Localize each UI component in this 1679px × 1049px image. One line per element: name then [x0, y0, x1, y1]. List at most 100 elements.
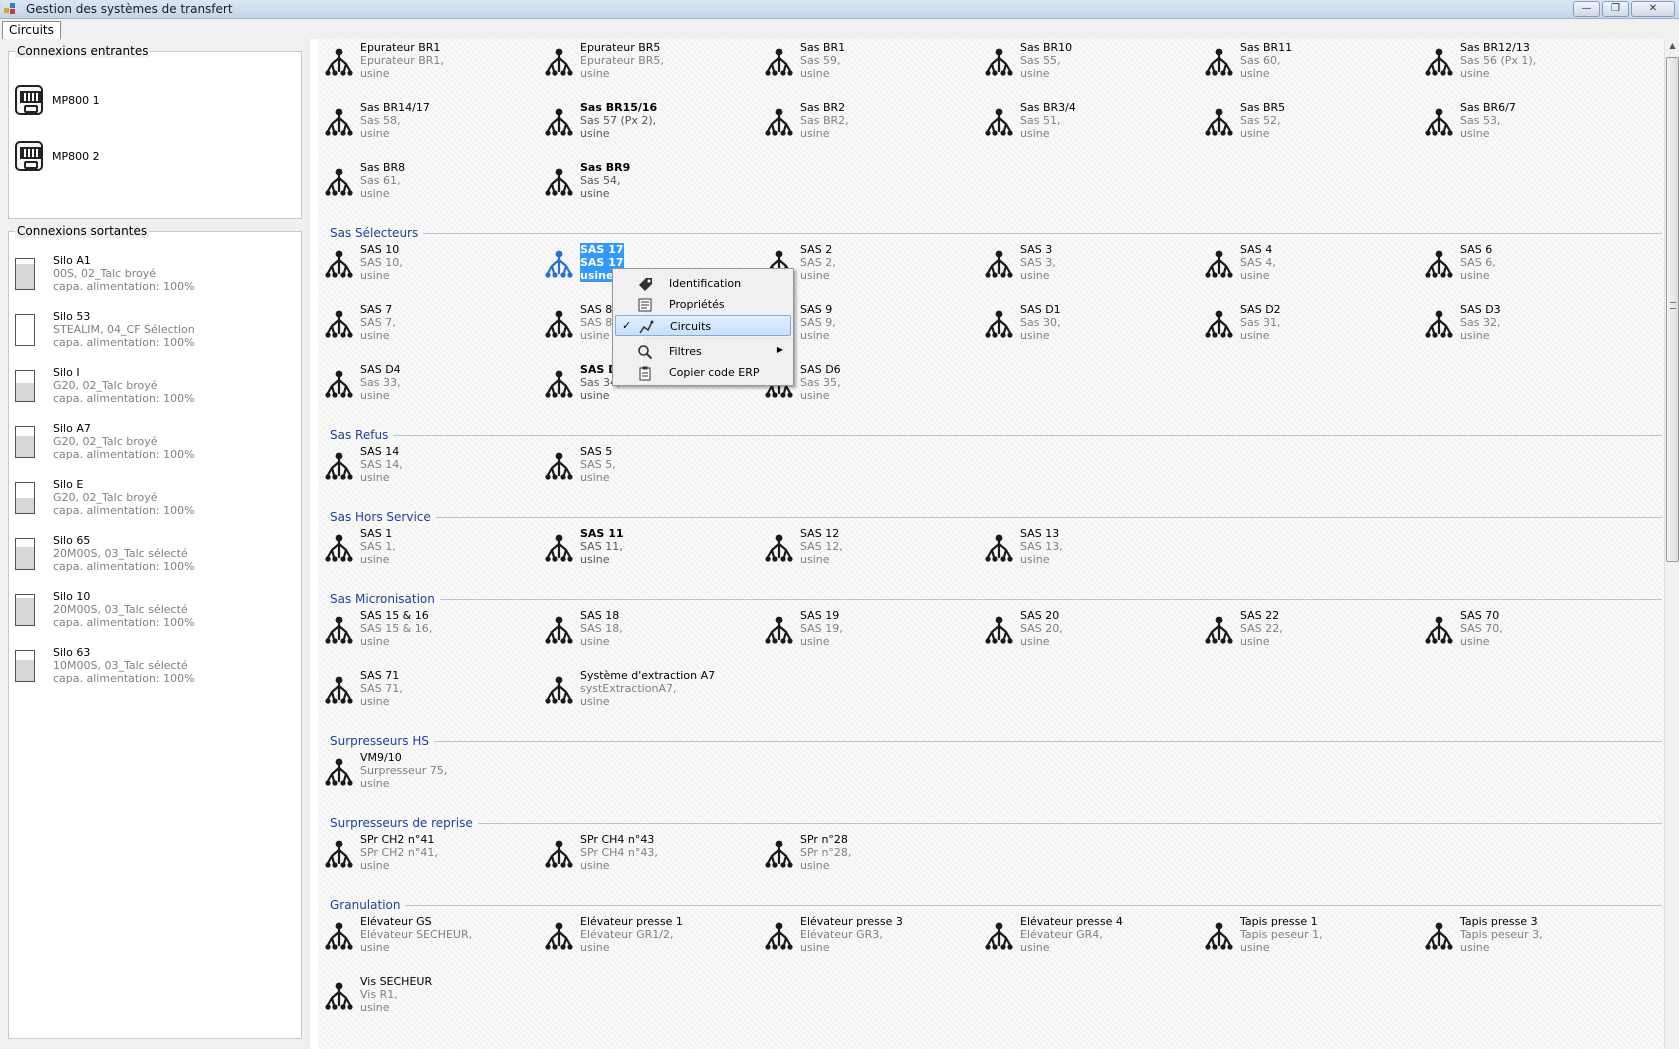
circuit-node-item[interactable]: SPr CH2 n°41 SPr CH2 n°41, usine: [320, 833, 520, 873]
circuit-node-icon: [985, 48, 1013, 76]
node-plant: usine: [1460, 941, 1490, 954]
context-menu-item-copier-code-erp[interactable]: Copier code ERP: [615, 362, 791, 383]
circuit-node-text: SAS 1 SAS 1, usine: [360, 527, 396, 566]
circuit-node-icon: [545, 922, 573, 950]
circuit-node-item[interactable]: Elévateur presse 4 Elévateur GR4, usine: [980, 915, 1180, 955]
circuit-node-item[interactable]: Vis SECHEUR Vis R1, usine: [320, 975, 520, 1015]
controller-icon: [15, 85, 43, 115]
circuit-node-item[interactable]: Tapis presse 3 Tapis peseur 3, usine: [1420, 915, 1620, 955]
circuit-node-item[interactable]: VM9/10 Surpresseur 75, usine: [320, 751, 520, 791]
circuit-node-item[interactable]: SAS 20 SAS 20, usine: [980, 609, 1180, 649]
minimize-button[interactable]: —: [1573, 1, 1600, 17]
circuit-node-item[interactable]: SAS 14 SAS 14, usine: [320, 445, 520, 485]
circuit-node-item[interactable]: SAS 18 SAS 18, usine: [540, 609, 740, 649]
section-header: Sas Refus: [330, 428, 1662, 442]
node-plant: usine: [580, 635, 610, 648]
circuit-node-item[interactable]: SAS 15 & 16 SAS 15 & 16, usine: [320, 609, 520, 649]
silo-level-icon: [15, 370, 35, 402]
circuit-node-item[interactable]: SAS 22 SAS 22, usine: [1200, 609, 1400, 649]
circuit-node-item[interactable]: SAS 13 SAS 13, usine: [980, 527, 1180, 567]
circuit-node-icon: [545, 534, 573, 562]
incoming-connection-item[interactable]: MP800 2: [15, 136, 100, 176]
circuit-node-item[interactable]: SAS D4 Sas 33, usine: [320, 363, 520, 403]
node-name: SAS 6: [1460, 243, 1493, 256]
circuit-node-item[interactable]: Sas BR14/17 Sas 58, usine: [320, 101, 520, 141]
node-plant: usine: [1460, 67, 1490, 80]
silo-capacity: capa. alimentation: 100%: [53, 280, 195, 293]
circuit-node-item[interactable]: Sas BR5 Sas 52, usine: [1200, 101, 1400, 141]
circuit-node-item[interactable]: Sas BR6/7 Sas 53, usine: [1420, 101, 1620, 141]
circuit-node-text: SAS 4 SAS 4, usine: [1240, 243, 1276, 282]
circuit-node-item[interactable]: SPr n°28 SPr n°28, usine: [760, 833, 960, 873]
circuit-node-item[interactable]: Sas BR1 Sas 59, usine: [760, 41, 960, 81]
context-menu-item-circuits[interactable]: ✓ Circuits: [615, 315, 791, 336]
circuit-node-item[interactable]: Elévateur GS Elévateur SECHEUR, usine: [320, 915, 520, 955]
context-menu-item-identification[interactable]: Identification: [615, 273, 791, 294]
circuit-node-item[interactable]: Epurateur BR5 Epurateur BR5, usine: [540, 41, 740, 81]
circuit-node-item[interactable]: Système d'extraction A7 systExtractionA7,…: [540, 669, 740, 709]
node-plant: usine: [800, 389, 830, 402]
vertical-scrollbar[interactable]: ▲: [1664, 39, 1679, 1049]
circuit-node-item[interactable]: Sas BR3/4 Sas 51, usine: [980, 101, 1180, 141]
circuit-node-item[interactable]: SAS 5 SAS 5, usine: [540, 445, 740, 485]
circuit-node-text: Elévateur presse 4 Elévateur GR4, usine: [1020, 915, 1123, 954]
circuit-node-item[interactable]: SPr CH4 n°43 SPr CH4 n°43, usine: [540, 833, 740, 873]
node-system: SAS 11,: [580, 540, 623, 553]
circuit-node-item[interactable]: SAS 3 SAS 3, usine: [980, 243, 1180, 283]
circuit-node-item[interactable]: SAS 1 SAS 1, usine: [320, 527, 520, 567]
scrollbar-thumb[interactable]: [1666, 57, 1679, 562]
node-system: Tapis peseur 3,: [1460, 928, 1543, 941]
circuit-node-item[interactable]: Sas BR9 Sas 54, usine: [540, 161, 740, 201]
silo-capacity: capa. alimentation: 100%: [53, 448, 195, 461]
context-menu-label: Copier code ERP: [669, 366, 760, 379]
circuits-canvas[interactable]: Epurateur BR1 Epurateur BR1, usine Epurateu…: [318, 39, 1664, 1049]
circuit-node-item[interactable]: Sas BR10 Sas 55, usine: [980, 41, 1180, 81]
incoming-connection-item[interactable]: MP800 1: [15, 80, 100, 120]
circuit-node-item[interactable]: SAS 19 SAS 19, usine: [760, 609, 960, 649]
node-plant: usine: [580, 329, 610, 342]
scroll-up-icon[interactable]: ▲: [1668, 41, 1677, 50]
node-plant: usine: [360, 777, 390, 790]
circuit-node-item[interactable]: Sas BR11 Sas 60, usine: [1200, 41, 1400, 81]
circuit-node-text: Sas BR9 Sas 54, usine: [580, 161, 630, 200]
circuit-node-item[interactable]: Sas BR15/16 Sas 57 (Px 2), usine: [540, 101, 740, 141]
context-menu-item-propri-t-s[interactable]: Propriétés: [615, 294, 791, 315]
circuit-node-icon: [545, 370, 573, 398]
node-name: SAS 18: [580, 609, 620, 622]
circuit-node-item[interactable]: SAS 12 SAS 12, usine: [760, 527, 960, 567]
silo-name: Silo 63: [53, 646, 91, 659]
circuit-node-item[interactable]: SAS D2 Sas 31, usine: [1200, 303, 1400, 343]
circuit-node-item[interactable]: SAS D1 Sas 30, usine: [980, 303, 1180, 343]
circuit-node-item[interactable]: Sas BR12/13 Sas 56 (Px 1), usine: [1420, 41, 1620, 81]
circuit-node-item[interactable]: Sas BR2 Sas BR2, usine: [760, 101, 960, 141]
circuit-node-item[interactable]: SAS 10 SAS 10, usine: [320, 243, 520, 283]
circuit-node-item[interactable]: Epurateur BR1 Epurateur BR1, usine: [320, 41, 520, 81]
context-menu-item-filtres[interactable]: Filtres ▶: [615, 341, 791, 362]
node-plant: usine: [800, 269, 830, 282]
node-name: SAS D6: [800, 363, 841, 376]
node-plant: usine: [800, 553, 830, 566]
circuit-node-item[interactable]: SAS 71 SAS 71, usine: [320, 669, 520, 709]
circuit-node-item[interactable]: Tapis presse 1 Tapis peseur 1, usine: [1200, 915, 1400, 955]
node-system: Vis R1,: [360, 988, 398, 1001]
tab-circuits[interactable]: Circuits: [2, 21, 61, 40]
circuit-node-item[interactable]: Sas BR8 Sas 61, usine: [320, 161, 520, 201]
section-header: Granulation: [330, 898, 1662, 912]
node-plant: usine: [360, 67, 390, 80]
circuit-node-text: Epurateur BR1 Epurateur BR1, usine: [360, 41, 444, 80]
circuit-node-item[interactable]: SAS 11 SAS 11, usine: [540, 527, 740, 567]
magnifier-icon: [638, 345, 653, 360]
circuit-node-text: Sas BR14/17 Sas 58, usine: [360, 101, 430, 140]
circuit-node-item[interactable]: SAS 70 SAS 70, usine: [1420, 609, 1620, 649]
circuit-node-item[interactable]: SAS 6 SAS 6, usine: [1420, 243, 1620, 283]
circuit-node-item[interactable]: Elévateur presse 1 Elévateur GR1/2, usine: [540, 915, 740, 955]
circuit-node-item[interactable]: SAS 4 SAS 4, usine: [1200, 243, 1400, 283]
circuit-node-item[interactable]: SAS 7 SAS 7, usine: [320, 303, 520, 343]
restore-button[interactable]: ❐: [1602, 1, 1629, 17]
node-plant: usine: [580, 941, 610, 954]
circuit-node-item[interactable]: Elévateur presse 3 Elévateur GR3, usine: [760, 915, 960, 955]
close-button[interactable]: ✕: [1631, 1, 1675, 17]
circuit-node-item[interactable]: SAS D3 Sas 32, usine: [1420, 303, 1620, 343]
node-plant: usine: [1020, 127, 1050, 140]
section-header: Sas Micronisation: [330, 592, 1662, 606]
